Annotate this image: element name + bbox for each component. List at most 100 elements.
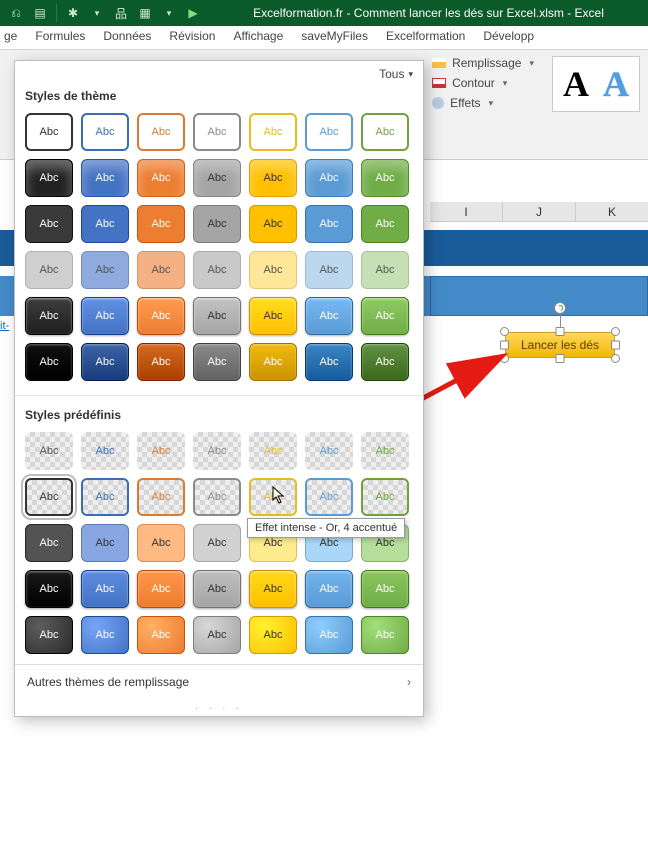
resize-handle-s[interactable] bbox=[556, 354, 565, 363]
style-swatch[interactable]: Abc bbox=[25, 343, 73, 381]
resize-handle-ne[interactable] bbox=[611, 327, 620, 336]
style-swatch[interactable]: Abc bbox=[361, 159, 409, 197]
style-swatch[interactable]: Abc bbox=[137, 113, 185, 151]
style-swatch[interactable]: Abc bbox=[361, 478, 409, 516]
style-swatch[interactable]: Abc bbox=[81, 524, 129, 562]
style-swatch[interactable]: Abc bbox=[193, 113, 241, 151]
resize-handle-nw[interactable] bbox=[500, 327, 509, 336]
style-swatch[interactable]: Abc bbox=[137, 478, 185, 516]
style-swatch[interactable]: Abc bbox=[249, 570, 297, 608]
style-swatch[interactable]: Abc bbox=[249, 113, 297, 151]
style-swatch[interactable]: Abc bbox=[249, 159, 297, 197]
style-swatch[interactable]: Abc bbox=[25, 570, 73, 608]
style-swatch[interactable]: Abc bbox=[193, 616, 241, 654]
style-swatch[interactable]: Abc bbox=[305, 251, 353, 289]
style-swatch[interactable]: Abc bbox=[305, 159, 353, 197]
shape-effects-button[interactable]: Effets ▾ bbox=[432, 96, 534, 110]
style-swatch[interactable]: Abc bbox=[25, 616, 73, 654]
style-swatch[interactable]: Abc bbox=[81, 205, 129, 243]
style-swatch[interactable]: Abc bbox=[193, 524, 241, 562]
style-swatch[interactable]: Abc bbox=[81, 570, 129, 608]
style-swatch[interactable]: Abc bbox=[361, 113, 409, 151]
style-swatch[interactable]: Abc bbox=[305, 616, 353, 654]
style-swatch[interactable]: Abc bbox=[305, 478, 353, 516]
style-swatch[interactable]: Abc bbox=[249, 616, 297, 654]
selected-shape[interactable]: Lancer les dés bbox=[505, 332, 615, 358]
ribbon-tab[interactable]: saveMyFiles bbox=[301, 25, 368, 49]
style-swatch[interactable]: Abc bbox=[81, 616, 129, 654]
wordart-preset-blue[interactable]: A bbox=[603, 63, 629, 105]
more-fills-button[interactable]: Autres thèmes de remplissage › bbox=[15, 664, 423, 699]
wordart-preset-black[interactable]: A bbox=[563, 63, 589, 105]
style-swatch[interactable]: Abc bbox=[81, 251, 129, 289]
ribbon-tab[interactable]: Données bbox=[103, 25, 151, 49]
ribbon-tab[interactable]: Développ bbox=[483, 25, 534, 49]
style-swatch[interactable]: Abc bbox=[81, 343, 129, 381]
style-swatch[interactable]: Abc bbox=[193, 343, 241, 381]
style-swatch[interactable]: Abc bbox=[137, 432, 185, 470]
style-swatch[interactable]: Abc bbox=[249, 432, 297, 470]
style-swatch[interactable]: Abc bbox=[137, 159, 185, 197]
link-fragment[interactable]: it- bbox=[0, 320, 9, 332]
resize-handle-n[interactable] bbox=[556, 327, 565, 336]
ribbon-tab[interactable]: Excelformation bbox=[386, 25, 465, 49]
qat-icon-7[interactable]: ▾ bbox=[159, 4, 179, 22]
style-swatch[interactable]: Abc bbox=[25, 524, 73, 562]
style-swatch[interactable]: Abc bbox=[193, 570, 241, 608]
style-swatch[interactable]: Abc bbox=[137, 616, 185, 654]
style-swatch[interactable]: Abc bbox=[137, 251, 185, 289]
col-header[interactable]: J bbox=[503, 202, 576, 222]
style-swatch[interactable]: Abc bbox=[137, 524, 185, 562]
ribbon-tab[interactable]: Révision bbox=[169, 25, 215, 49]
resize-handle-e[interactable] bbox=[611, 341, 620, 350]
style-swatch[interactable]: Abc bbox=[25, 251, 73, 289]
style-swatch[interactable]: Abc bbox=[25, 432, 73, 470]
style-swatch[interactable]: Abc bbox=[361, 297, 409, 335]
col-header[interactable]: I bbox=[430, 202, 503, 222]
style-swatch[interactable]: Abc bbox=[137, 297, 185, 335]
qat-icon-2[interactable]: ▤ bbox=[30, 4, 50, 22]
rotation-handle[interactable] bbox=[554, 302, 566, 314]
style-swatch[interactable]: Abc bbox=[361, 570, 409, 608]
qat-icon-1[interactable]: ⎌ bbox=[6, 4, 26, 22]
style-swatch[interactable]: Abc bbox=[361, 343, 409, 381]
style-swatch[interactable]: Abc bbox=[137, 205, 185, 243]
style-swatch[interactable]: Abc bbox=[361, 616, 409, 654]
resize-handle-se[interactable] bbox=[611, 354, 620, 363]
qat-icon-6[interactable]: ▦ bbox=[135, 4, 155, 22]
style-swatch[interactable]: Abc bbox=[81, 432, 129, 470]
col-header[interactable]: K bbox=[576, 202, 648, 222]
style-swatch[interactable]: Abc bbox=[305, 432, 353, 470]
resize-handle-w[interactable] bbox=[500, 341, 509, 350]
style-swatch[interactable]: Abc bbox=[137, 343, 185, 381]
style-swatch[interactable]: Abc bbox=[81, 478, 129, 516]
style-swatch[interactable]: Abc bbox=[361, 205, 409, 243]
style-swatch[interactable]: Abc bbox=[193, 251, 241, 289]
ribbon-tab[interactable]: Affichage bbox=[233, 25, 283, 49]
style-swatch[interactable]: Abc bbox=[81, 297, 129, 335]
ribbon-tab[interactable]: Formules bbox=[35, 25, 85, 49]
shape-fill-button[interactable]: Remplissage ▾ bbox=[432, 56, 534, 70]
style-swatch[interactable]: Abc bbox=[361, 432, 409, 470]
style-swatch[interactable]: Abc bbox=[25, 113, 73, 151]
style-swatch[interactable]: Abc bbox=[193, 478, 241, 516]
ribbon-tab[interactable]: ge bbox=[4, 25, 17, 49]
qat-icon-5[interactable]: 品 bbox=[111, 4, 131, 22]
qat-icon-8[interactable]: ▶ bbox=[183, 4, 203, 22]
style-swatch[interactable]: Abc bbox=[193, 159, 241, 197]
resize-handle-sw[interactable] bbox=[500, 354, 509, 363]
style-swatch[interactable]: Abc bbox=[81, 113, 129, 151]
style-swatch[interactable]: Abc bbox=[137, 570, 185, 608]
style-swatch[interactable]: Abc bbox=[249, 343, 297, 381]
qat-icon-3[interactable]: ✱ bbox=[63, 4, 83, 22]
style-swatch[interactable]: Abc bbox=[25, 205, 73, 243]
qat-icon-4[interactable]: ▾ bbox=[87, 4, 107, 22]
shape-outline-button[interactable]: Contour ▾ bbox=[432, 76, 534, 90]
style-swatch[interactable]: Abc bbox=[193, 297, 241, 335]
style-swatch[interactable]: Abc bbox=[249, 251, 297, 289]
style-swatch[interactable]: Abc bbox=[305, 570, 353, 608]
style-swatch[interactable]: Abc bbox=[25, 297, 73, 335]
wordart-styles[interactable]: A A bbox=[552, 56, 640, 112]
style-swatch[interactable]: Abc bbox=[305, 297, 353, 335]
style-swatch[interactable]: Abc bbox=[25, 159, 73, 197]
